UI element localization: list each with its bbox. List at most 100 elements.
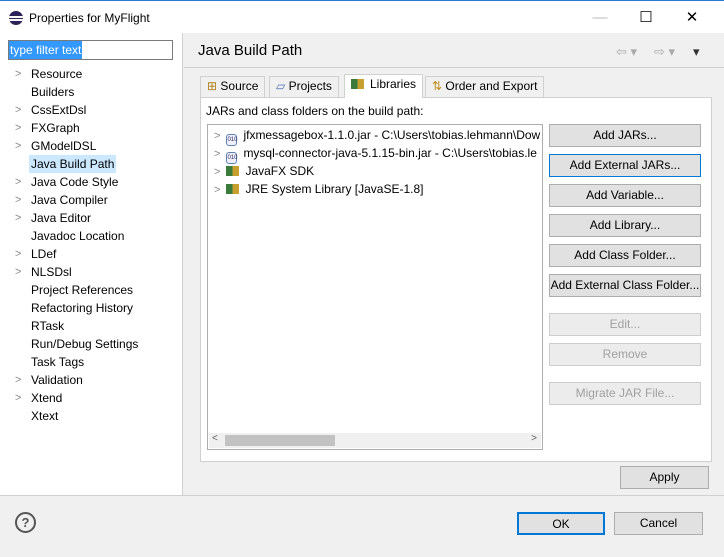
ok-button[interactable]: OK — [517, 512, 605, 535]
chevron-right-icon[interactable]: > — [15, 119, 21, 137]
divider — [184, 67, 724, 68]
tree-item[interactable]: Java Build Path — [0, 155, 182, 173]
libraries-icon — [351, 79, 364, 89]
tree-item[interactable]: > Java Editor — [0, 209, 182, 227]
tree-item-label: NLSDsl — [31, 265, 72, 279]
maximize-button[interactable]: ☐ — [623, 7, 669, 29]
chevron-right-icon[interactable]: > — [15, 263, 21, 281]
order-icon: ⇅ — [432, 79, 443, 93]
tree-item[interactable]: Xtext — [0, 407, 182, 425]
eclipse-icon — [9, 11, 23, 25]
minimize-button[interactable]: — — [577, 7, 623, 29]
chevron-right-icon[interactable]: > — [15, 65, 21, 83]
tree-item-label: Builders — [31, 85, 75, 99]
tree-item[interactable]: Project References — [0, 281, 182, 299]
tab-source[interactable]: ⊞ Source — [200, 76, 266, 97]
tree-item[interactable]: > GModelDSL — [0, 137, 182, 155]
tree-item-label: Run/Debug Settings — [31, 337, 139, 351]
tree-item[interactable]: > NLSDsl — [0, 263, 182, 281]
tree-item-label: Project References — [31, 283, 134, 297]
tree-item[interactable]: Javadoc Location — [0, 227, 182, 245]
libraries-list[interactable]: >010 jfxmessagebox-1.1.0.jar - C:\Users\t… — [207, 124, 543, 450]
library-icon — [226, 166, 240, 176]
tree-item[interactable]: > FXGraph — [0, 119, 182, 137]
tree-item-label: Xtend — [31, 391, 63, 405]
chevron-right-icon[interactable]: > — [15, 173, 21, 191]
tab-libraries[interactable]: Libraries — [344, 74, 424, 98]
tab-projects[interactable]: ▱ Projects — [269, 76, 339, 97]
tree-item-label: Task Tags — [31, 355, 85, 369]
back-icon[interactable]: ⇦ ▾ — [616, 44, 637, 60]
add-variable-button[interactable]: Add Variable... — [549, 184, 701, 207]
library-entry-label: jfxmessagebox-1.1.0.jar - C:\Users\tobia… — [243, 128, 541, 142]
chevron-right-icon[interactable]: > — [15, 371, 21, 389]
library-entry-label: JavaFX SDK — [245, 164, 315, 178]
filter-input[interactable]: type filter text — [8, 40, 173, 60]
chevron-right-icon[interactable]: > — [15, 191, 21, 209]
chevron-right-icon[interactable]: > — [214, 184, 220, 196]
remove-button[interactable]: Remove — [549, 343, 701, 366]
chevron-right-icon[interactable]: > — [15, 245, 21, 263]
tree-item[interactable]: Task Tags — [0, 353, 182, 371]
add-external-class-folder-button[interactable]: Add External Class Folder... — [549, 274, 701, 297]
source-icon: ⊞ — [207, 79, 218, 93]
scrollbar-thumb[interactable] — [225, 435, 335, 446]
tree-item[interactable]: > CssExtDsl — [0, 101, 182, 119]
tree-item[interactable]: > Xtend — [0, 389, 182, 407]
tree-item-label: Xtext — [31, 409, 59, 423]
chevron-right-icon[interactable]: > — [15, 209, 21, 227]
tree-item[interactable]: Run/Debug Settings — [0, 335, 182, 353]
tab-order-and-export[interactable]: ⇅ Order and Export — [425, 76, 545, 97]
add-jars-button[interactable]: Add JARs... — [549, 124, 701, 147]
filter-text[interactable]: type filter text — [9, 41, 83, 59]
libraries-caption: JARs and class folders on the build path… — [206, 104, 424, 118]
library-entry-label: mysql-connector-java-5.1.15-bin.jar - C:… — [243, 146, 537, 160]
tree-item[interactable]: > Java Code Style — [0, 173, 182, 191]
tree-item-label: Resource — [31, 67, 83, 81]
library-entry[interactable]: >010 jfxmessagebox-1.1.0.jar - C:\Users\t… — [214, 126, 541, 146]
chevron-right-icon[interactable]: > — [214, 130, 220, 142]
library-entry[interactable]: > JRE System Library [JavaSE-1.8] — [214, 180, 424, 198]
library-entry-label: JRE System Library [JavaSE-1.8] — [245, 182, 424, 196]
chevron-right-icon[interactable]: > — [15, 137, 21, 155]
tree-item-label: Javadoc Location — [31, 229, 125, 243]
library-entry[interactable]: > JavaFX SDK — [214, 162, 314, 180]
tree-item-label: Validation — [31, 373, 83, 387]
tree-item[interactable]: > Resource — [0, 65, 182, 83]
title-bar: Properties for MyFlight — ☐ ✕ — [0, 0, 724, 33]
tree-item[interactable]: RTask — [0, 317, 182, 335]
chevron-right-icon[interactable]: > — [15, 101, 21, 119]
chevron-right-icon[interactable]: > — [15, 389, 21, 407]
tree-item[interactable]: > Java Compiler — [0, 191, 182, 209]
tree-item-label: FXGraph — [31, 121, 80, 135]
cancel-button[interactable]: Cancel — [614, 512, 703, 535]
tree-item-label: CssExtDsl — [31, 103, 87, 117]
library-entry[interactable]: >010 mysql-connector-java-5.1.15-bin.jar … — [214, 144, 537, 164]
library-icon — [226, 184, 240, 194]
tree-item[interactable]: Refactoring History — [0, 299, 182, 317]
tree-item-label: Java Editor — [31, 211, 92, 225]
window-title: Properties for MyFlight — [29, 11, 150, 25]
tree-item-label: RTask — [31, 319, 65, 333]
folder-icon: ▱ — [276, 79, 286, 93]
chevron-right-icon[interactable]: > — [214, 166, 220, 178]
apply-button[interactable]: Apply — [620, 466, 709, 489]
chevron-right-icon[interactable]: > — [214, 148, 220, 160]
close-button[interactable]: ✕ — [669, 7, 715, 29]
help-icon[interactable]: ? — [15, 512, 36, 533]
tree-item[interactable]: > Validation — [0, 371, 182, 389]
tree-item-label: LDef — [31, 247, 57, 261]
horizontal-scrollbar[interactable]: < > — [209, 433, 541, 448]
view-menu-icon[interactable]: ▾ — [693, 44, 700, 60]
edit-button[interactable]: Edit... — [549, 313, 701, 336]
tree-item[interactable]: Builders — [0, 83, 182, 101]
migrate-jar-button[interactable]: Migrate JAR File... — [549, 382, 701, 405]
add-external-jars-button[interactable]: Add External JARs... — [549, 154, 701, 177]
forward-icon[interactable]: ⇨ ▾ — [654, 44, 675, 60]
add-class-folder-button[interactable]: Add Class Folder... — [549, 244, 701, 267]
tree-item-label: GModelDSL — [31, 139, 97, 153]
tree-item-label: Java Build Path — [29, 155, 117, 173]
add-library-button[interactable]: Add Library... — [549, 214, 701, 237]
tree-item[interactable]: > LDef — [0, 245, 182, 263]
tree-item-label: Java Compiler — [31, 193, 108, 207]
